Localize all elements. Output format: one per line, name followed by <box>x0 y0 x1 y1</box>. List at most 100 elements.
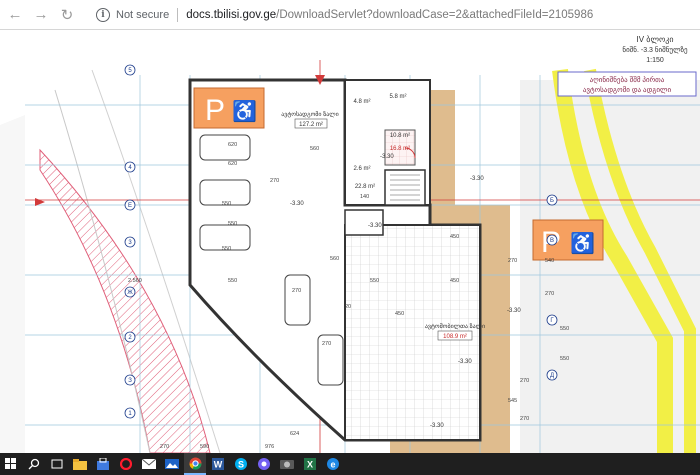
room-stair-area: 22.8 m² <box>355 184 375 190</box>
room-parking-label: ავტოსადგომი ზალი <box>281 110 339 118</box>
level-mark: -3.30 <box>458 359 472 365</box>
room-small3-area: 10.8 m² <box>390 133 410 139</box>
dim-label: 270 <box>520 416 529 422</box>
hatched-zone <box>39 148 211 453</box>
dim-label: 550 <box>560 356 569 362</box>
dim-label: 550 <box>228 278 237 284</box>
site-boundary-left <box>0 115 25 453</box>
level-mark: -3.30 <box>430 423 444 429</box>
room-mid-area: 2.6 m² <box>353 166 370 172</box>
grid-label: Б <box>550 198 554 204</box>
dim-label: 976 <box>265 444 274 450</box>
room-red-area: 16.8 m² <box>390 146 410 152</box>
dim-label: 270 <box>292 288 301 294</box>
dim-label: 450 <box>395 311 404 317</box>
grid-marker: 5 <box>124 64 136 76</box>
stamp-line1: IV ბლოკი <box>637 35 674 44</box>
grid-label: Е <box>128 203 132 209</box>
back-icon[interactable]: ← <box>4 4 26 26</box>
room-parking-area: 127.2 m² <box>299 122 323 128</box>
dim-label: 550 <box>560 326 569 332</box>
dim-label: 545 <box>508 398 517 404</box>
viber-icon[interactable] <box>253 453 275 475</box>
svg-text:♿: ♿ <box>232 99 257 123</box>
svg-text:X: X <box>307 460 313 470</box>
room-small2-area: 4.8 m² <box>353 99 370 105</box>
search-icon[interactable] <box>23 453 45 475</box>
level-mark: -3.30 <box>470 176 484 182</box>
info-icon[interactable]: i <box>96 7 110 22</box>
svg-text:P: P <box>205 94 225 127</box>
dim-label: 2.560 <box>128 278 142 284</box>
legend-line1: აღინიშნება შშმ პირთა <box>590 76 665 84</box>
chrome-icon[interactable] <box>184 453 206 475</box>
floor-plan: P ♿ P ♿ IV ბლოკი ნიშნ. -3.3 ნიშნულზე 1:1… <box>0 35 700 453</box>
dim-label: 540 <box>545 258 554 264</box>
forward-icon[interactable]: → <box>30 4 52 26</box>
dim-label: 550 <box>370 278 379 284</box>
legend-line2: ავტოსადგომი და ადგილი <box>583 86 672 94</box>
grid-marker: З <box>124 374 136 386</box>
level-mark: -3.30 <box>507 308 521 314</box>
level-mark: -3.30 <box>368 223 382 229</box>
grid-marker: Б <box>546 194 558 206</box>
dim-label: 550 <box>222 246 231 252</box>
grid-marker: Д <box>546 369 558 381</box>
dim-label: 624 <box>290 431 299 437</box>
dim-label: 140 <box>360 194 369 200</box>
document-viewer[interactable]: P ♿ P ♿ IV ბლოკი ნიშნ. -3.3 ნიშნულზე 1:1… <box>0 30 700 453</box>
dim-label: 270 <box>545 291 554 297</box>
camera-icon[interactable] <box>276 453 298 475</box>
reload-icon[interactable]: ↻ <box>56 4 78 26</box>
room-small1-area: 5.8 m² <box>389 94 406 100</box>
dim-label: 550 <box>222 201 231 207</box>
grid-marker: Г <box>546 314 558 326</box>
grid-marker: 2 <box>124 331 136 343</box>
url-field[interactable]: docs.tbilisi.gov.ge/DownloadServlet?down… <box>186 9 593 21</box>
mail-icon[interactable] <box>138 453 160 475</box>
dim-label: 270 <box>322 341 331 347</box>
skype-icon[interactable]: S <box>230 453 252 475</box>
dim-label: 270 <box>270 178 279 184</box>
dim-label: 270 <box>160 444 169 450</box>
url-path: /DownloadServlet?downloadCase=2&attached… <box>276 8 594 21</box>
svg-text:W: W <box>214 460 223 470</box>
word-icon[interactable]: W <box>207 453 229 475</box>
dim-label: 590 <box>200 444 209 450</box>
grid-label: Ж <box>127 290 133 296</box>
grid-marker: В <box>546 234 558 246</box>
dim-label: 550 <box>228 221 237 227</box>
room-main-label: ავტომობილთა ზალი <box>425 322 485 330</box>
dim-label: 560 <box>310 146 319 152</box>
car <box>199 134 251 161</box>
svg-text:S: S <box>238 460 244 470</box>
windows-taskbar: W S X e <box>0 453 700 475</box>
level-mark: -3.30 <box>380 154 394 160</box>
store-icon[interactable] <box>92 453 114 475</box>
svg-text:e: e <box>330 460 335 470</box>
stamp-line3: 1:150 <box>646 57 664 64</box>
browser-address-bar: ← → ↻ i Not secure docs.tbilisi.gov.ge/D… <box>0 0 700 30</box>
security-indicator[interactable]: Not secure <box>116 9 169 21</box>
photos-icon[interactable] <box>161 453 183 475</box>
grid-label: Д <box>550 373 554 379</box>
stamp-line2: ნიშნ. -3.3 ნიშნულზე <box>622 46 688 54</box>
task-view-icon[interactable] <box>46 453 68 475</box>
car <box>284 274 311 326</box>
opera-icon[interactable] <box>115 453 137 475</box>
level-mark: -3.30 <box>290 201 304 207</box>
dim-label: 620 <box>228 161 237 167</box>
windows-start-icon[interactable] <box>0 453 22 475</box>
excel-icon[interactable]: X <box>299 453 321 475</box>
dim-label: 270 <box>508 258 517 264</box>
url-host: docs.tbilisi.gov.ge <box>186 8 277 21</box>
dim-label: 450 <box>450 234 459 240</box>
dim-label: 20 <box>345 304 351 310</box>
svg-text:♿: ♿ <box>570 231 595 255</box>
grid-marker: 4 <box>124 161 136 173</box>
grid-marker: 3 <box>124 236 136 248</box>
edge-icon[interactable]: e <box>322 453 344 475</box>
dim-label: 620 <box>228 142 237 148</box>
dim-label: 450 <box>450 278 459 284</box>
file-explorer-icon[interactable] <box>69 453 91 475</box>
